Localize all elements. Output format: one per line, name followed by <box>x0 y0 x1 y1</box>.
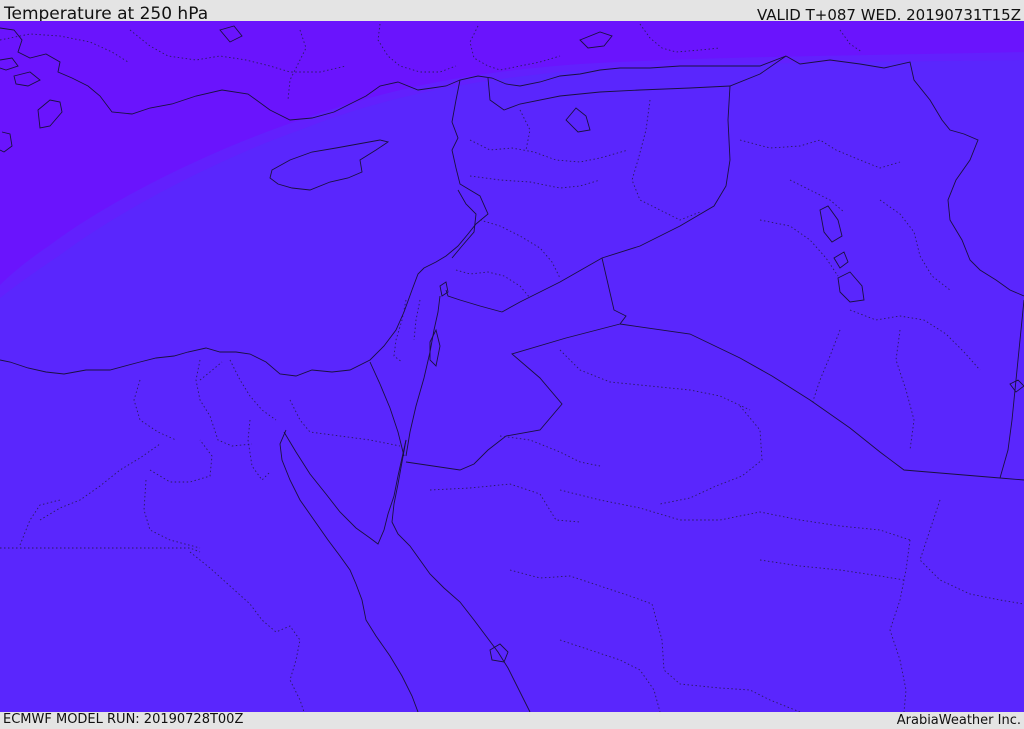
weather-map-page: Temperature at 250 hPa VALID T+087 WED. … <box>0 0 1024 729</box>
map-canvas <box>0 21 1024 712</box>
footer-bar: ECMWF MODEL RUN: 20190728T00Z ArabiaWeat… <box>0 712 1024 729</box>
model-run-label: ECMWF MODEL RUN: 20190728T00Z <box>3 712 244 727</box>
map-area <box>0 21 1024 712</box>
header-bar: Temperature at 250 hPa VALID T+087 WED. … <box>0 0 1024 24</box>
credit-label: ArabiaWeather Inc. <box>896 713 1021 728</box>
